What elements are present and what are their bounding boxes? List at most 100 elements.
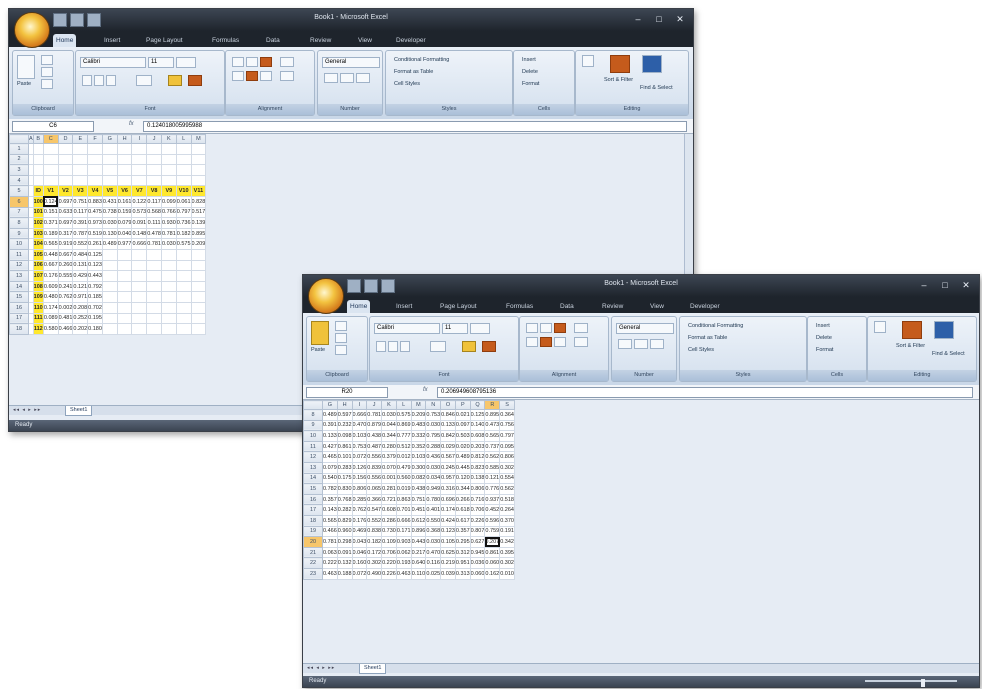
cell[interactable]: 0.640: [410, 557, 427, 569]
merge-center-icon[interactable]: [280, 71, 294, 81]
cell[interactable]: 0.792: [87, 280, 103, 293]
cell[interactable]: 0.366: [366, 493, 383, 506]
cell[interactable]: 0.140: [469, 419, 486, 432]
cell[interactable]: [160, 153, 177, 166]
cell[interactable]: 0.667: [57, 248, 74, 261]
row-header[interactable]: 5: [9, 185, 29, 197]
cell[interactable]: 0.161: [116, 195, 133, 208]
cell[interactable]: [131, 301, 148, 314]
row-header[interactable]: 1: [9, 143, 29, 155]
cell[interactable]: 109: [32, 291, 44, 303]
cell[interactable]: [116, 280, 133, 293]
column-header[interactable]: S: [499, 400, 515, 410]
row-header[interactable]: 8: [9, 217, 29, 229]
cell[interactable]: 0.288: [425, 440, 442, 453]
active-cell[interactable]: 0.207: [484, 536, 501, 548]
cell[interactable]: 0.562: [499, 483, 515, 495]
column-header[interactable]: R: [484, 400, 501, 410]
row-header[interactable]: 2: [9, 153, 29, 166]
cell[interactable]: 0.357: [454, 525, 471, 538]
cell[interactable]: 0.125: [87, 248, 103, 261]
cell[interactable]: 0.121: [484, 472, 501, 485]
cell[interactable]: [131, 323, 148, 335]
cell[interactable]: [101, 301, 118, 314]
cell[interactable]: 0.797: [175, 206, 192, 219]
borders-icon[interactable]: [136, 75, 152, 86]
tab-developer[interactable]: Developer: [687, 300, 723, 313]
cell[interactable]: V6: [116, 185, 133, 197]
cell[interactable]: 0.043: [351, 536, 368, 548]
cell[interactable]: 0.753: [351, 440, 368, 453]
cell[interactable]: 0.103: [410, 451, 427, 463]
percent-icon[interactable]: [634, 339, 648, 349]
cell[interactable]: [101, 143, 118, 155]
cell[interactable]: 0.174: [440, 504, 456, 516]
cell[interactable]: [175, 248, 192, 261]
align-middle-icon[interactable]: [246, 57, 258, 67]
cell[interactable]: 110: [32, 301, 44, 314]
cell[interactable]: 0.568: [146, 206, 162, 219]
cell[interactable]: 0.030: [101, 217, 118, 229]
cell[interactable]: 0.443: [410, 536, 427, 548]
cell[interactable]: [116, 259, 133, 272]
cell[interactable]: [175, 312, 192, 325]
cell[interactable]: 0.159: [116, 206, 133, 219]
column-header[interactable]: C: [42, 134, 59, 144]
column-header[interactable]: M: [410, 400, 427, 410]
cell[interactable]: 0.082: [410, 472, 427, 485]
cell[interactable]: 0.171: [395, 525, 412, 538]
copy-icon[interactable]: [41, 67, 53, 77]
cell[interactable]: 0.143: [322, 504, 338, 516]
cell[interactable]: 0.120: [454, 472, 471, 485]
cell[interactable]: 0.209: [190, 238, 207, 250]
autosum-icon[interactable]: [874, 321, 886, 333]
cell[interactable]: 0.060: [484, 557, 501, 569]
cell[interactable]: 0.283: [336, 461, 353, 474]
cell[interactable]: 0.609: [42, 280, 59, 293]
cell[interactable]: 0.123: [87, 259, 103, 272]
cell[interactable]: 0.469: [351, 525, 368, 538]
cell[interactable]: [175, 153, 192, 166]
excel-window-front[interactable]: Book1 - Microsoft Excel – □ ✕ Home Inser…: [302, 274, 980, 688]
cell[interactable]: [131, 270, 148, 282]
cell[interactable]: 0.861: [336, 440, 353, 453]
cell[interactable]: [131, 248, 148, 261]
row-header[interactable]: 17: [303, 504, 323, 516]
column-header[interactable]: Q: [469, 400, 486, 410]
cell[interactable]: 0.436: [425, 451, 442, 463]
font-color-icon[interactable]: [482, 341, 496, 352]
tab-developer[interactable]: Developer: [393, 34, 429, 47]
cell[interactable]: 103: [32, 227, 44, 240]
cell[interactable]: V11: [190, 185, 207, 197]
cell[interactable]: 0.030: [381, 409, 397, 421]
cell[interactable]: 0.896: [410, 525, 427, 538]
cell[interactable]: 0.072: [351, 451, 368, 463]
cell[interactable]: [175, 270, 192, 282]
cell[interactable]: [175, 174, 192, 187]
cell[interactable]: [42, 164, 59, 176]
cell[interactable]: 0.060: [469, 567, 486, 580]
font-color-icon[interactable]: [188, 75, 202, 86]
cell[interactable]: 0.697: [57, 217, 74, 229]
row-header[interactable]: 19: [303, 525, 323, 538]
cell[interactable]: 0.098: [336, 430, 353, 442]
cell[interactable]: 0.633: [57, 206, 74, 219]
cell[interactable]: [160, 301, 177, 314]
cell[interactable]: 0.025: [425, 567, 442, 580]
column-header[interactable]: H: [116, 134, 133, 144]
cell[interactable]: 0.753: [425, 409, 442, 421]
cell[interactable]: [116, 153, 133, 166]
cell[interactable]: 0.110: [410, 567, 427, 580]
cell[interactable]: 0.823: [469, 461, 486, 474]
tab-formulas[interactable]: Formulas: [503, 300, 536, 313]
cell[interactable]: 0.391: [72, 217, 89, 229]
cell[interactable]: [57, 143, 74, 155]
cell-styles-button[interactable]: Cell Styles: [688, 347, 714, 354]
cell[interactable]: [131, 312, 148, 325]
office-button-icon[interactable]: [308, 278, 344, 314]
cell[interactable]: 0.540: [322, 472, 338, 485]
row-header[interactable]: 13: [9, 270, 29, 282]
cell[interactable]: 0.030: [160, 238, 177, 250]
cell[interactable]: 0.131: [72, 259, 89, 272]
cell[interactable]: 0.195: [87, 312, 103, 325]
